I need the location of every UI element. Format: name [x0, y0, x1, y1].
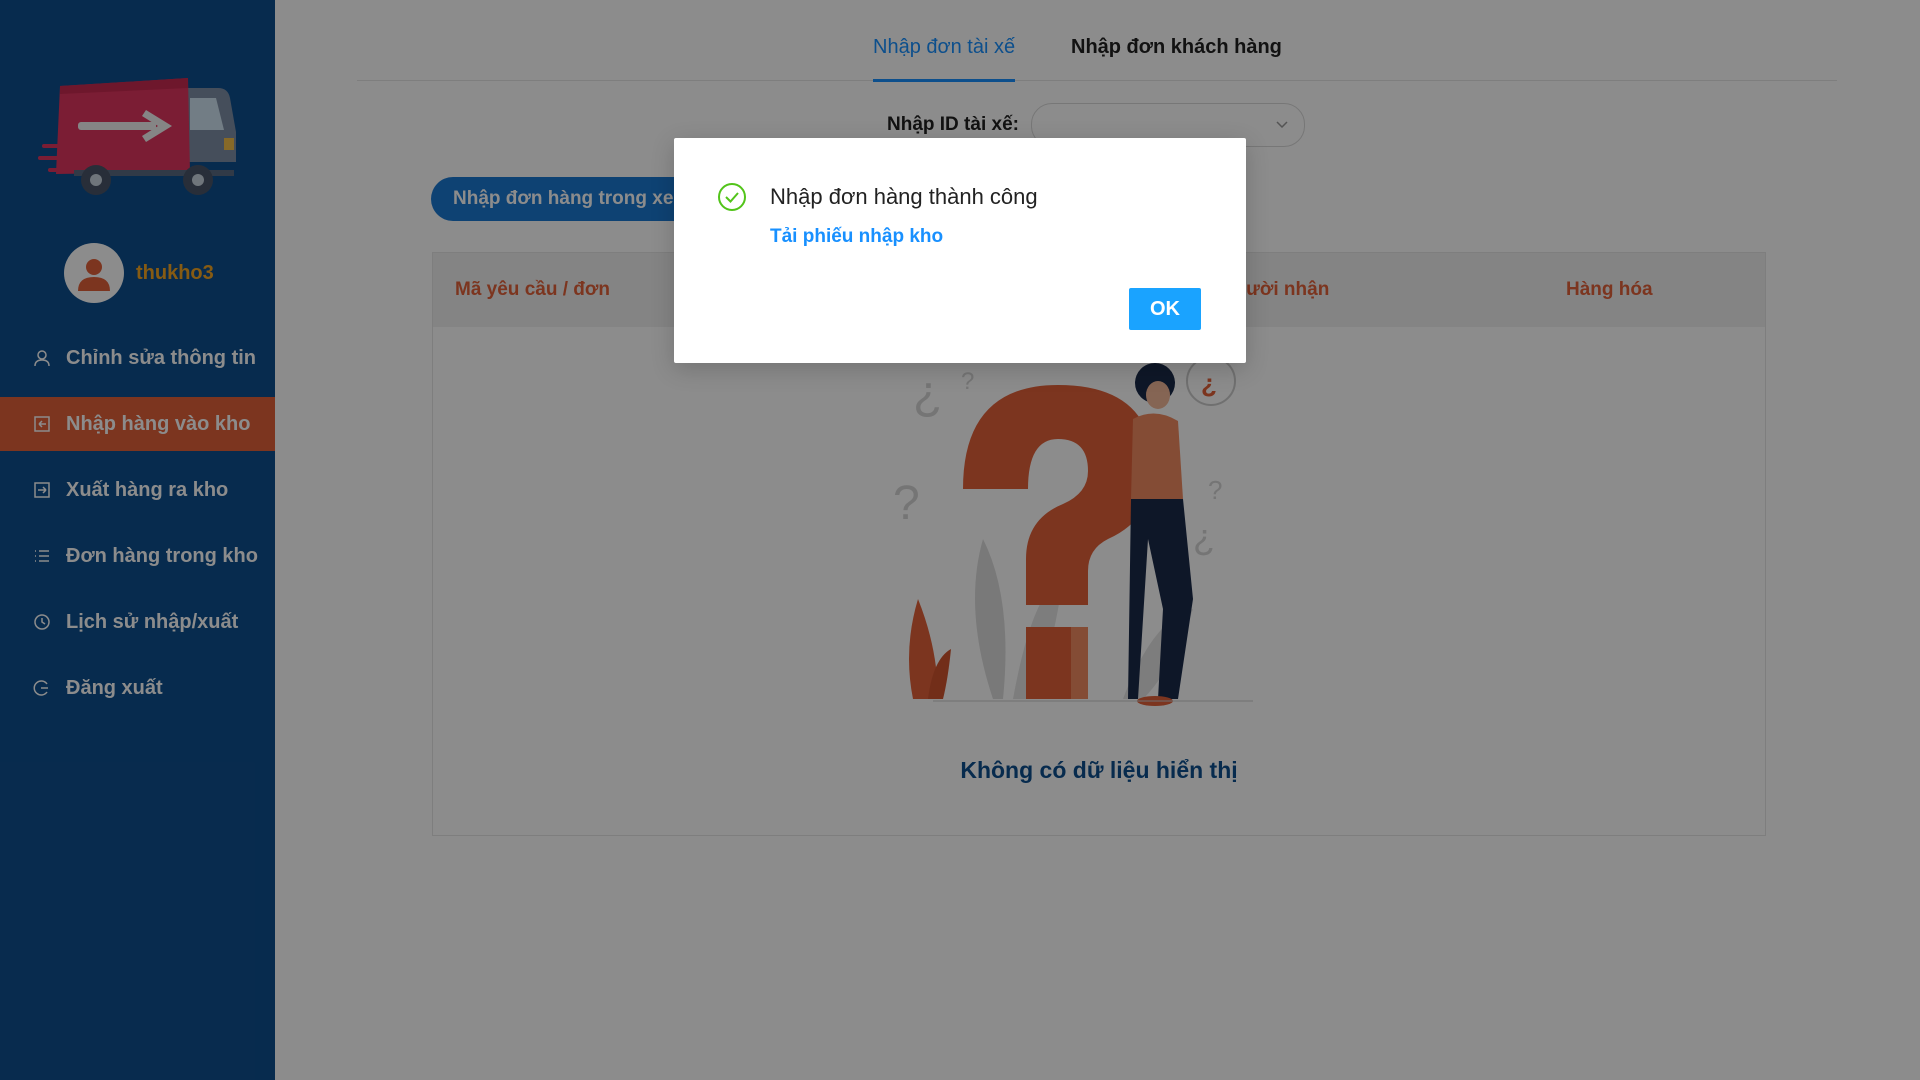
success-modal: Nhập đơn hàng thành công Tải phiếu nhập …: [674, 138, 1246, 363]
download-receipt-link[interactable]: Tải phiếu nhập kho: [770, 226, 943, 248]
ok-button[interactable]: OK: [1129, 288, 1201, 330]
success-check-icon: [717, 182, 747, 217]
modal-title: Nhập đơn hàng thành công: [770, 184, 1038, 209]
